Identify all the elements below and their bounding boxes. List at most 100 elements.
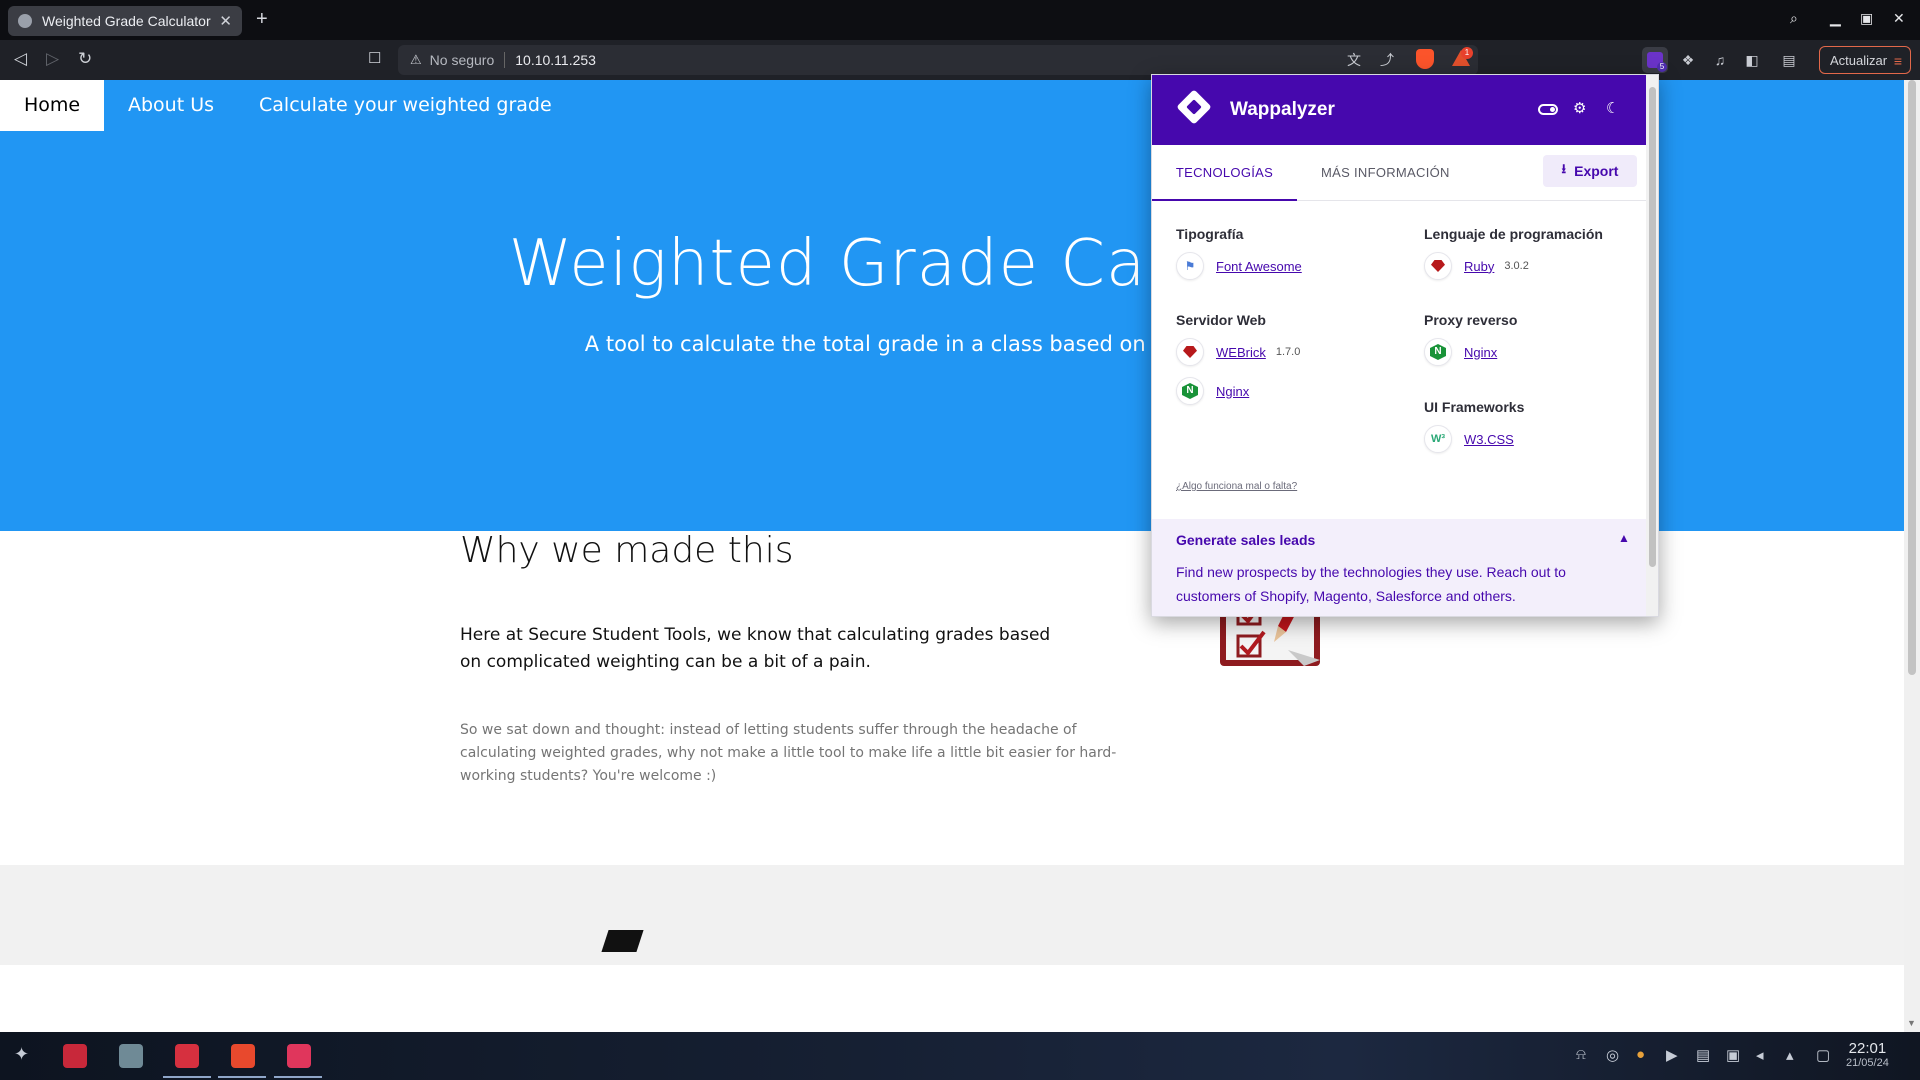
media-play-icon[interactable]: ▶ [1666,1046,1678,1064]
url-text[interactable]: 10.10.11.253 [515,52,596,68]
tab-strip: Weighted Grade Calculator ✕ + ⌕ ▁ ▣ ✕ [0,0,1920,40]
share-icon[interactable]: ⤴ [1380,50,1394,70]
scrollbar-thumb[interactable] [1908,80,1916,675]
minimize-button[interactable]: ▁ [1830,10,1841,27]
active-app-indicator [163,1076,211,1078]
screenshot-app-icon[interactable] [287,1044,311,1068]
show-desktop-icon[interactable]: ▢ [1816,1046,1830,1064]
wappalyzer-logo-icon [1176,89,1212,125]
notification-bell-icon[interactable]: ⍾ [1576,1046,1586,1063]
globe-icon [18,14,32,28]
os-taskbar: ✦ ⍾ ◎ ● ▶ ▤ ▣ ◂ ▴ ▢ 22:01 21/05/24 [0,1032,1920,1080]
clipboard-tray-icon[interactable]: ▤ [1696,1046,1710,1064]
font-awesome-flag-icon: ⚑ [1176,252,1204,280]
page-scrollbar[interactable]: ▲ ▼ [1904,80,1920,1032]
toggle-icon[interactable] [1538,104,1558,115]
tech-name[interactable]: Nginx [1216,384,1249,399]
brave-app-icon[interactable] [231,1044,255,1068]
rewards-badge: 1 [1461,47,1473,59]
footer-band [0,865,1904,965]
terminal-app-icon[interactable] [63,1044,87,1068]
network-icon[interactable]: ▣ [1726,1046,1740,1064]
moon-icon[interactable]: ☾ [1606,99,1619,117]
popup-scrollbar[interactable] [1646,75,1658,616]
translate-icon[interactable]: 文 [1347,50,1361,70]
section-title: Why we made this [460,530,794,571]
tab-close-button[interactable]: ✕ [219,12,232,30]
update-button[interactable]: Actualizar ≡ [1819,46,1911,74]
tab-title: Weighted Grade Calculator [42,13,211,29]
search-tabs-icon[interactable]: ⌕ [1790,10,1798,27]
media-icon[interactable]: ♫ [1707,47,1733,73]
nav-about[interactable]: About Us [128,80,214,131]
burp-app-icon[interactable] [175,1044,199,1068]
tech-webrick[interactable]: WEBrick 1.7.0 [1176,338,1300,366]
brave-shields-icon[interactable] [1416,49,1434,69]
wallet-icon[interactable]: ▤ [1776,47,1802,73]
active-app-indicator [274,1076,322,1078]
menu-icon: ≡ [1893,53,1902,69]
divider [504,52,506,68]
tech-nginx[interactable]: N Nginx [1176,377,1249,405]
new-tab-button[interactable]: + [256,8,268,31]
export-label: Export [1574,163,1619,179]
close-window-button[interactable]: ✕ [1893,10,1905,27]
bookmark-icon[interactable]: ☐ [368,49,381,67]
file-manager-icon[interactable] [119,1044,143,1068]
tech-w3css[interactable]: W³ W3.CSS [1424,425,1514,453]
tech-name[interactable]: WEBrick [1216,345,1266,360]
update-label: Actualizar [1830,52,1888,68]
nginx-icon: N [1424,338,1452,366]
back-button[interactable]: ◁ [14,49,27,69]
security-label[interactable]: No seguro [430,52,495,68]
leads-text: Find new prospects by the technologies t… [1176,564,1566,604]
section-lead: Here at Secure Student Tools, we know th… [460,625,1051,672]
wappalyzer-popup: Wappalyzer ⚙ ☾ TECNOLOGÍAS MÁS INFORMACI… [1151,74,1659,617]
tech-nginx-proxy[interactable]: N Nginx [1424,338,1497,366]
gear-icon[interactable]: ⚙ [1573,99,1586,117]
system-clock[interactable]: 22:01 21/05/24 [1846,1040,1889,1069]
clock-time: 22:01 [1848,1040,1887,1057]
scroll-down-arrow[interactable]: ▼ [1907,1018,1916,1028]
ruby-icon [1424,252,1452,280]
feedback-link[interactable]: ¿Algo funciona mal o falta? [1176,481,1297,492]
category-proxy: Proxy reverso [1424,312,1518,328]
category-typography: Tipografía [1176,226,1244,242]
wappalyzer-header: Wappalyzer ⚙ ☾ [1152,75,1646,145]
forward-button[interactable]: ▷ [46,49,59,69]
export-button[interactable]: ⭳ Export [1543,155,1637,187]
tech-name[interactable]: Ruby [1464,259,1494,274]
browser-tab[interactable]: Weighted Grade Calculator ✕ [8,6,242,36]
tech-name[interactable]: Nginx [1464,345,1497,360]
tab-more-info[interactable]: MÁS INFORMACIÓN [1321,145,1450,201]
steam-icon[interactable]: ◎ [1606,1046,1619,1064]
app-launcher-icon[interactable]: ✦ [14,1044,29,1065]
nav-home[interactable]: Home [0,80,105,131]
tech-name[interactable]: Font Awesome [1216,259,1302,274]
warning-icon[interactable]: ⚠ [410,52,422,68]
sidebar-icon[interactable]: ◧ [1739,47,1765,73]
category-ui-frameworks: UI Frameworks [1424,399,1525,415]
tech-name[interactable]: W3.CSS [1464,432,1514,447]
popup-scrollbar-thumb[interactable] [1649,87,1656,567]
chevron-up-icon[interactable]: ▲ [1618,531,1630,545]
tab-technologies[interactable]: TECNOLOGÍAS [1152,145,1297,201]
update-tray-icon[interactable]: ● [1636,1046,1645,1063]
nginx-icon: N [1176,377,1204,405]
w3css-icon: W³ [1424,425,1452,453]
tech-version: 1.7.0 [1275,346,1301,358]
expand-tray-icon[interactable]: ▴ [1786,1046,1794,1064]
tech-ruby[interactable]: Ruby 3.0.2 [1424,252,1529,280]
section-body: So we sat down and thought: instead of l… [460,722,1117,784]
wappalyzer-extension-button[interactable]: 5 [1642,47,1668,73]
tech-font-awesome[interactable]: ⚑ Font Awesome [1176,252,1302,280]
clock-date: 21/05/24 [1846,1057,1889,1069]
reload-button[interactable]: ↻ [78,49,92,69]
extensions-puzzle-icon[interactable]: ❖ [1675,47,1701,73]
maximize-button[interactable]: ▣ [1860,10,1873,27]
extension-badge: 5 [1657,62,1667,72]
leads-title[interactable]: Generate sales leads [1176,532,1315,548]
nav-calculate[interactable]: Calculate your weighted grade [259,80,552,131]
volume-icon[interactable]: ◂ [1756,1046,1764,1064]
address-bar[interactable]: ⚠ No seguro 10.10.11.253 [398,45,1478,75]
